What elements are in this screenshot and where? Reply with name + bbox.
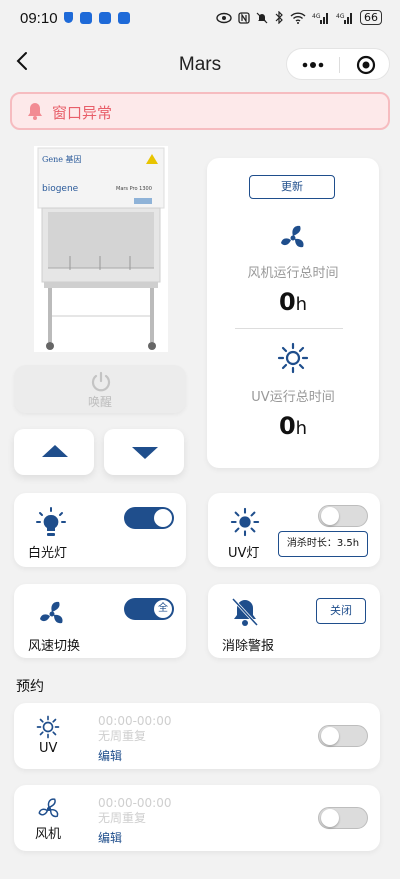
fan-icon: [38, 798, 59, 818]
schedule-repeat: 无周重复: [98, 811, 147, 825]
close-alarm-button[interactable]: 关闭: [316, 598, 366, 624]
bulb-icon: [36, 507, 66, 536]
target-icon[interactable]: [355, 54, 377, 76]
brand-name: biogene: [42, 184, 79, 194]
device-image: Gene 基因 biogene Mars Pro 1300: [34, 146, 168, 352]
schedule-toggle[interactable]: [318, 725, 368, 747]
status-time: 09:10: [20, 10, 58, 27]
alert-text: 窗口异常: [52, 104, 113, 122]
app-icon: [99, 12, 111, 24]
uv-runtime-label: UV运行总时间: [251, 390, 335, 405]
notification-icons: [64, 12, 130, 24]
fan-speed-card: 风速切换 全: [14, 584, 186, 658]
schedule-time: 00:00-00:00: [98, 714, 172, 728]
arrow-up-icon: [42, 445, 68, 457]
uv-light-label: UV灯: [228, 546, 260, 561]
schedule-title: 预约: [16, 679, 44, 695]
uv-runtime-value: 0h: [278, 412, 308, 440]
lower-window-button[interactable]: [104, 429, 184, 475]
schedule-edit-link[interactable]: 编辑: [98, 829, 122, 846]
status-bar: 09:10 4G 4G 66: [0, 0, 400, 38]
schedule-name: 风机: [35, 827, 62, 842]
white-light-toggle[interactable]: [124, 507, 174, 529]
bell-icon: [28, 103, 42, 120]
white-light-card: 白光灯: [14, 493, 186, 567]
refresh-button[interactable]: 更新: [249, 175, 335, 199]
sun-icon: [230, 507, 260, 537]
shield-icon: [64, 12, 73, 23]
schedule-item-fan[interactable]: 风机 00:00-00:00 无周重复 编辑: [14, 785, 380, 851]
wake-button[interactable]: 唤醒: [14, 365, 186, 413]
sterilize-duration[interactable]: 消杀时长：3.5h: [278, 531, 368, 557]
sun-icon: [277, 342, 309, 374]
app-icon: [80, 12, 92, 24]
svg-text:4G: 4G: [336, 13, 345, 20]
schedule-item-uv[interactable]: UV 00:00-00:00 无周重复 编辑: [14, 703, 380, 769]
fan-speed-toggle[interactable]: 全: [124, 598, 174, 620]
system-icons: 4G 4G 66: [216, 10, 382, 25]
more-icon[interactable]: [301, 61, 325, 69]
svg-text:4G: 4G: [312, 13, 321, 20]
fan-runtime-value: 0h: [278, 288, 308, 316]
wake-label: 唤醒: [87, 395, 112, 409]
fan-runtime-label: 风机运行总时间: [247, 266, 339, 281]
brand-logo: Gene 基因: [42, 155, 82, 164]
uv-light-toggle[interactable]: [318, 505, 368, 527]
signal-icon: 4G: [312, 12, 328, 24]
alarm-off-icon: [231, 597, 259, 627]
fan-icon: [40, 601, 63, 624]
app-icon: [118, 12, 130, 24]
uv-light-card: UV灯 消杀时长：3.5h: [208, 493, 380, 567]
fan-speed-toggle-text: 全: [154, 600, 172, 618]
white-light-label: 白光灯: [28, 546, 68, 561]
signal-icon: 4G: [336, 12, 352, 24]
schedule-repeat: 无周重复: [98, 729, 147, 743]
eye-icon: [216, 12, 232, 23]
schedule-toggle[interactable]: [318, 807, 368, 829]
battery-indicator: 66: [360, 10, 382, 25]
schedule-edit-link[interactable]: 编辑: [98, 747, 122, 764]
nav-bar: Mars: [0, 40, 400, 88]
schedule-name: UV: [39, 741, 58, 756]
model-label: Mars Pro 1300: [116, 186, 152, 192]
clear-alarm-label: 消除警报: [222, 639, 275, 654]
mute-icon: [256, 12, 268, 23]
wifi-icon: [290, 11, 306, 24]
bluetooth-icon: [275, 11, 283, 24]
alert-banner: 窗口异常: [10, 92, 390, 130]
sun-icon: [36, 715, 60, 739]
power-icon: [91, 371, 111, 392]
arrow-down-icon: [132, 447, 158, 459]
nfc-icon: [238, 11, 250, 24]
runtime-stats-card: 更新 风机运行总时间 0h UV运行总时间 0h: [207, 158, 379, 468]
fan-speed-label: 风速切换: [28, 639, 81, 654]
mini-program-capsule: [286, 48, 390, 80]
clear-alarm-card: 消除警报 关闭: [208, 584, 380, 658]
fan-icon: [281, 225, 304, 248]
schedule-time: 00:00-00:00: [98, 796, 172, 810]
raise-window-button[interactable]: [14, 429, 94, 475]
